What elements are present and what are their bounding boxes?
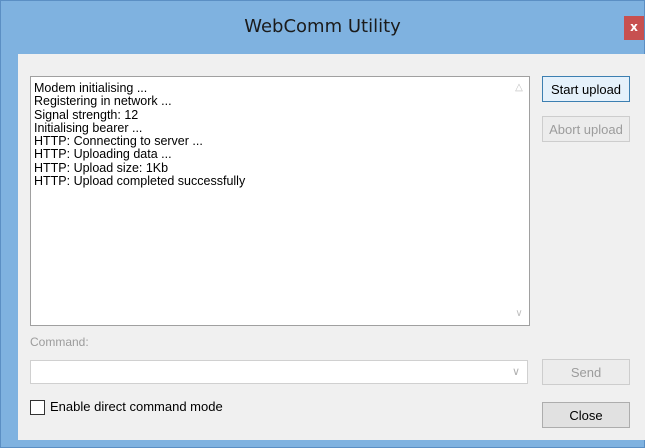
dialog-body: Modem initialising ... Registering in ne… [18,54,645,440]
abort-upload-button[interactable]: Abort upload [542,116,630,142]
close-button[interactable]: Close [542,402,630,428]
start-upload-button[interactable]: Start upload [542,76,630,102]
scroll-down-icon[interactable]: ∨ [511,306,527,322]
direct-mode-label: Enable direct command mode [50,399,223,414]
log-line: Initialising bearer ... [34,120,143,135]
log-lines: Modem initialising ... Registering in ne… [34,81,509,189]
log-line: HTTP: Upload completed successfully [34,174,246,189]
window-title: WebComm Utility [244,16,401,37]
log-line: HTTP: Upload size: 1Kb [34,160,169,175]
command-label: Command: [30,335,89,349]
log-line: Modem initialising ... [34,81,148,95]
log-line: Registering in network ... [34,94,172,109]
command-input[interactable]: ∨ [30,360,528,384]
direct-mode-checkbox[interactable] [30,400,45,415]
log-line: HTTP: Uploading data ... [34,147,172,162]
chevron-down-icon[interactable]: ∨ [509,364,523,380]
close-window-button[interactable]: x [624,16,644,40]
log-output[interactable]: Modem initialising ... Registering in ne… [30,76,530,326]
log-line: Signal strength: 12 [34,107,139,122]
send-button[interactable]: Send [542,359,630,385]
log-line: HTTP: Connecting to server ... [34,134,203,149]
scroll-up-icon[interactable]: △ [511,80,527,96]
title-bar[interactable]: WebComm Utility x [1,1,644,55]
